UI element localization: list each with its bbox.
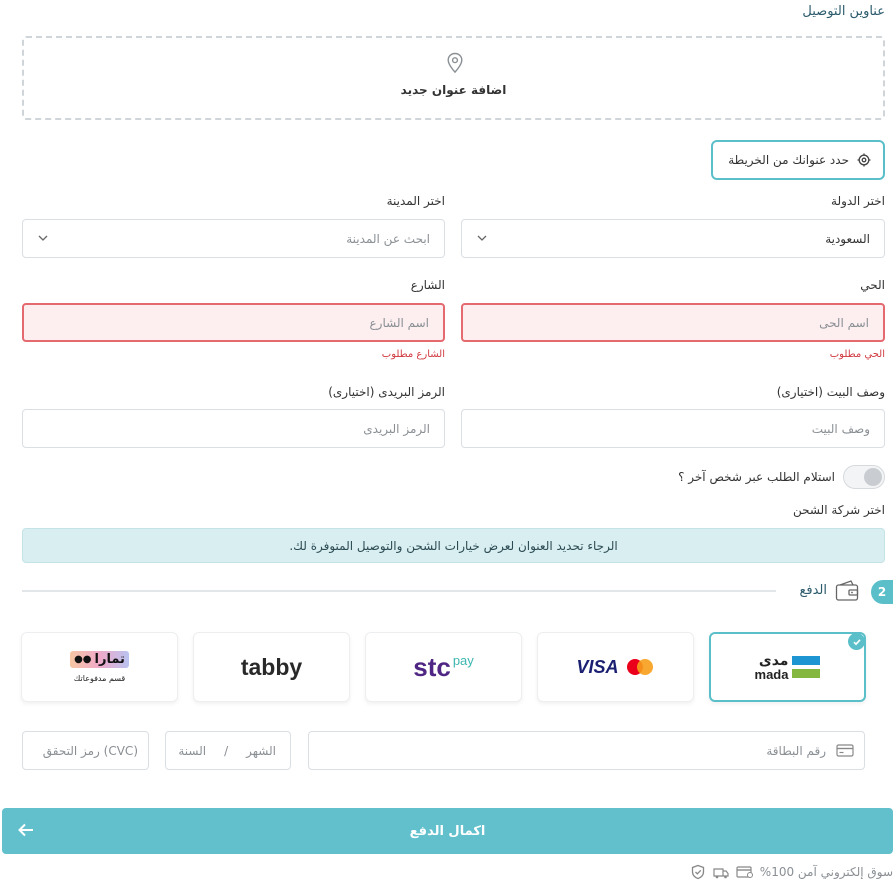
country-label: اختر الدولة (831, 194, 885, 208)
cvc-input[interactable]: (CVC) رمز التحقق (22, 731, 149, 770)
street-input[interactable]: اسم الشارع (22, 303, 445, 342)
other-person-toggle[interactable] (843, 465, 885, 489)
pay-text: pay (452, 653, 474, 668)
card-security-icon (736, 866, 753, 878)
district-error: الحي مطلوب (829, 349, 885, 360)
street-label: الشارع (410, 278, 445, 292)
country-value: السعودية (825, 231, 870, 246)
other-person-label: استلام الطلب عبر شخص آخر ؟ (678, 470, 835, 484)
payment-method-tamara[interactable]: تمارا ●● قسم مدفوعاتك (21, 632, 178, 702)
mastercard-logo (626, 659, 653, 675)
city-label: اختر المدينة (386, 194, 445, 208)
selected-check-icon (848, 633, 865, 650)
postal-label: الرمز البريدى (اختيارى) (328, 385, 445, 399)
expiry-input[interactable]: الشهر / السنة (165, 731, 291, 770)
shipping-company-label: اختر شركة الشحن (792, 503, 885, 517)
street-placeholder: اسم الشارع (369, 315, 430, 330)
cvc-placeholder: (CVC) رمز التحقق (42, 743, 138, 758)
location-pin-icon (447, 52, 463, 74)
visa-logo: VISA (576, 656, 619, 677)
mada-ar-text: مدى (758, 652, 789, 669)
arrow-left-icon (18, 823, 33, 837)
expiry-separator: / (224, 743, 229, 758)
target-icon (857, 153, 871, 167)
complete-payment-button[interactable]: اكمال الدفع (2, 808, 893, 854)
street-error: الشارع مطلوب (381, 349, 445, 360)
country-select[interactable]: السعودية (461, 219, 885, 258)
stcpay-logo: stc pay (413, 654, 474, 680)
toggle-knob (864, 468, 882, 486)
credit-card-icon (836, 744, 854, 757)
house-input[interactable]: وصف البيت (461, 409, 885, 448)
add-address-label: اضافة عنوان جديد (400, 83, 507, 97)
tamara-text: تمارا (94, 652, 125, 667)
payment-method-tabby[interactable]: tabby (193, 632, 350, 702)
select-from-map-label: حدد عنوانك من الخريطة (728, 153, 849, 167)
chevron-down-icon (477, 235, 487, 241)
house-label: وصف البيت (اختيارى) (776, 385, 885, 399)
mada-logo: مدى mada (755, 654, 821, 681)
payment-method-stcpay[interactable]: stc pay (365, 632, 522, 702)
add-address-card[interactable]: اضافة عنوان جديد (22, 36, 885, 120)
payment-method-visa-mastercard[interactable]: VISA (537, 632, 694, 702)
chevron-down-icon (38, 235, 48, 241)
shipping-info-alert: الرجاء تحديد العنوان لعرض خيارات الشحن و… (22, 528, 885, 563)
year-placeholder: السنة (178, 743, 207, 758)
postal-placeholder: الرمز البريدى (363, 421, 430, 436)
district-label: الحي (860, 278, 885, 292)
complete-payment-label: اكمال الدفع (409, 823, 486, 839)
secure-text: سوق إلكتروني آمن 100% (759, 865, 893, 879)
postal-input[interactable]: الرمز البريدى (22, 409, 445, 448)
card-number-placeholder: رقم البطاقة (766, 743, 826, 758)
section-title-addresses: عناوين التوصيل (802, 4, 885, 19)
tamara-dots-icon: ●● (74, 654, 92, 665)
shipping-info-text: الرجاء تحديد العنوان لعرض خيارات الشحن و… (289, 538, 618, 553)
house-placeholder: وصف البيت (811, 421, 870, 436)
tabby-logo: tabby (240, 653, 303, 680)
card-number-input[interactable]: رقم البطاقة (308, 731, 865, 770)
payment-title: الدفع (799, 583, 827, 598)
wallet-icon (835, 580, 859, 601)
district-input[interactable]: اسم الحى (461, 303, 885, 342)
secure-footer: سوق إلكتروني آمن 100% (690, 864, 893, 880)
district-placeholder: اسم الحى (819, 315, 869, 330)
select-from-map-button[interactable]: حدد عنوانك من الخريطة (711, 140, 885, 180)
tamara-logo: تمارا ●● (70, 651, 129, 668)
shield-check-icon (691, 864, 704, 880)
tamara-subtitle: قسم مدفوعاتك (73, 674, 126, 683)
payment-divider (22, 590, 776, 592)
step-badge: 2 (871, 580, 893, 604)
city-placeholder: ابحث عن المدينة (346, 231, 430, 246)
payment-method-mada[interactable]: مدى mada (709, 632, 866, 702)
mada-en-text: mada (754, 666, 789, 682)
truck-check-icon (713, 868, 729, 879)
stc-text: stc (413, 652, 451, 682)
city-select[interactable]: ابحث عن المدينة (22, 219, 445, 258)
month-placeholder: الشهر (246, 743, 276, 758)
mada-bars (792, 656, 821, 678)
